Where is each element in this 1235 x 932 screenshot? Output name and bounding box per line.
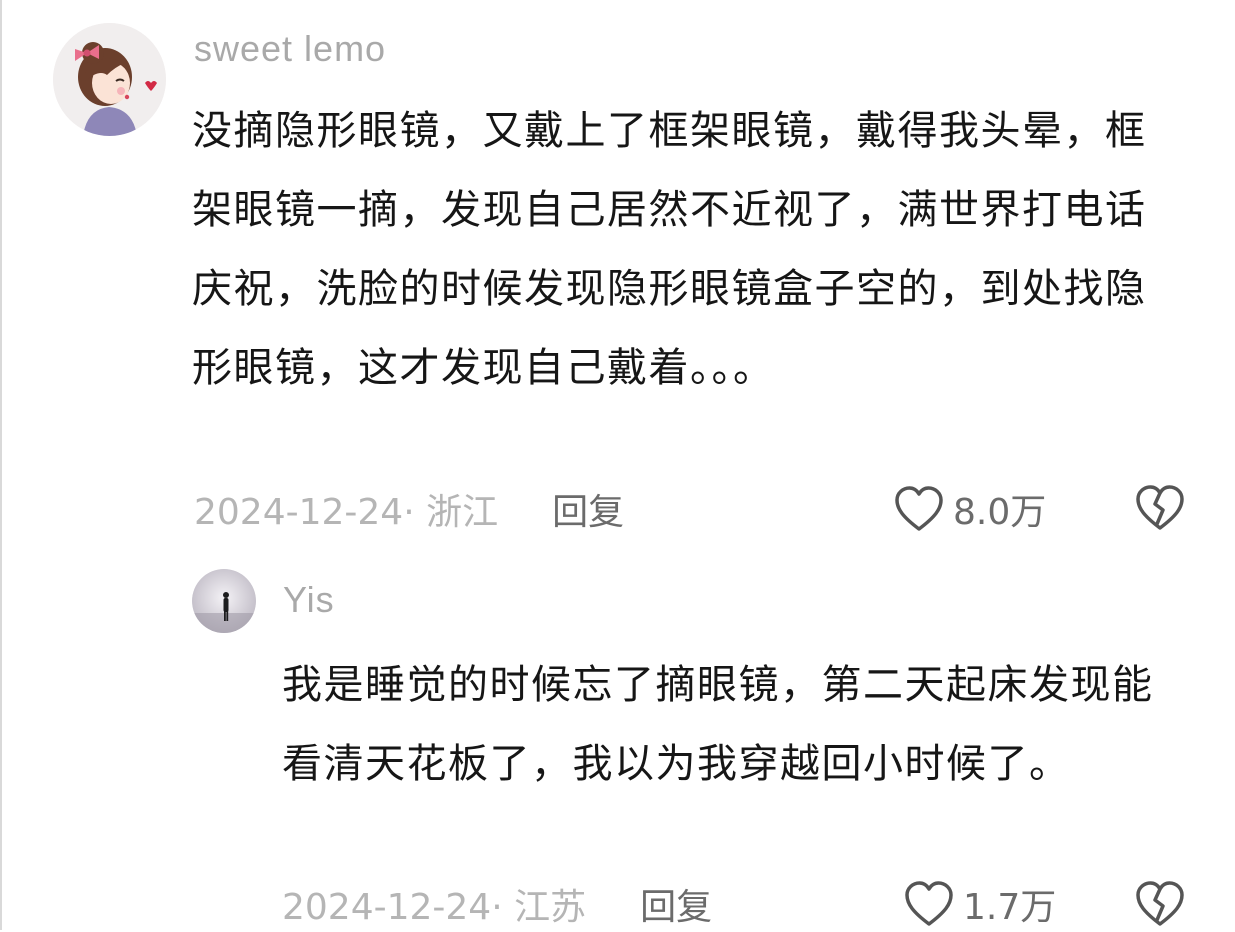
reply-button[interactable]: 回复 [640, 878, 712, 930]
heart-outline-icon [895, 486, 943, 531]
like-count: 1.7万 [963, 887, 1057, 928]
reply-button[interactable]: 回复 [552, 483, 624, 535]
username[interactable]: Yis [283, 579, 335, 621]
dislike-button[interactable] [1134, 880, 1186, 932]
comment-text: 我是睡觉的时候忘了摘眼镜，第二天起床发现能看清天花板了，我以为我穿越回小时候了。 [282, 662, 1154, 787]
comment-text: 没摘隐形眼镜，又戴上了框架眼镜，戴得我头晕，框架眼镜一摘，发现自己居然不近视了，… [192, 108, 1147, 391]
comment-meta: 2024-12-24· 浙江 回复 [194, 485, 624, 533]
date-location: 2024-12-24· 浙江 [194, 492, 499, 533]
broken-heart-icon [1136, 485, 1184, 530]
cartoon-girl-avatar-icon[interactable] [53, 23, 166, 136]
silhouette-photo-avatar-icon[interactable] [192, 569, 256, 633]
heart-outline-icon [905, 881, 953, 926]
left-border [0, 0, 2, 930]
date-location: 2024-12-24· 江苏 [282, 887, 587, 928]
dislike-button[interactable] [1134, 484, 1186, 536]
comment-meta: 2024-12-24· 江苏 回复 [282, 880, 712, 928]
like-button[interactable]: 8.0万 [893, 485, 1046, 533]
like-button[interactable]: 1.7万 [903, 880, 1056, 928]
username[interactable]: sweet lemo [194, 28, 386, 70]
like-count: 8.0万 [953, 492, 1047, 533]
broken-heart-icon [1136, 881, 1184, 926]
